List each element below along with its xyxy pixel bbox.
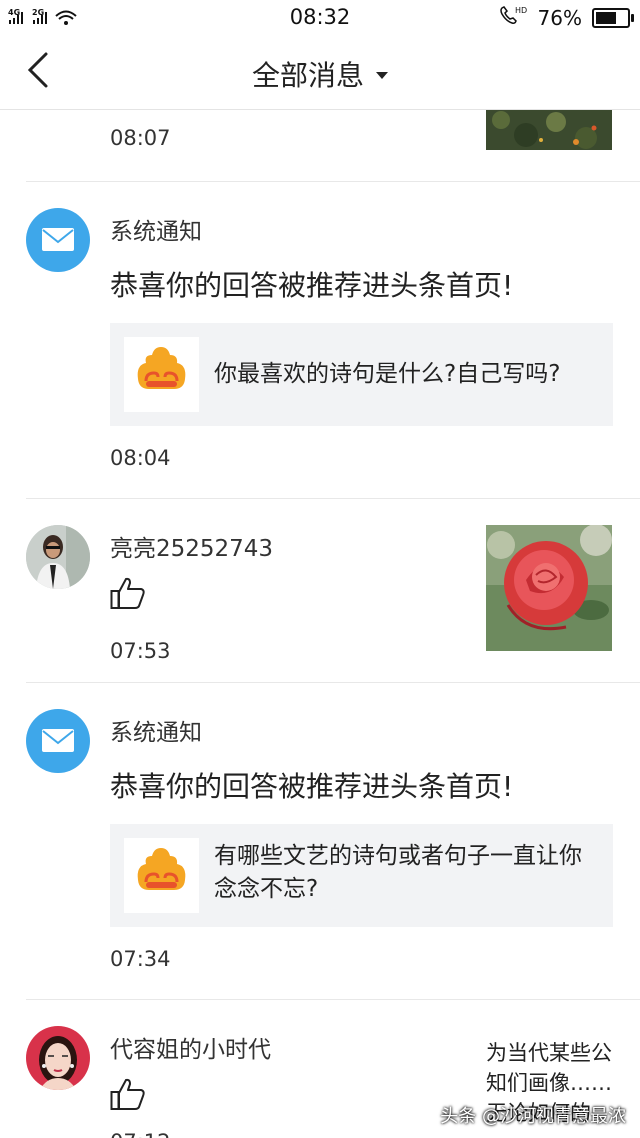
rose-image bbox=[486, 525, 612, 651]
question-card[interactable]: 你最喜欢的诗句是什么?自己写吗? bbox=[110, 323, 613, 426]
message-feed[interactable]: 08:07 系统通知 恭喜你的回答被推荐进头条首页! 你最喜欢的诗句是什么?自己… bbox=[0, 110, 640, 1138]
message-time: 07:12 bbox=[110, 1130, 171, 1138]
filter-dropdown[interactable]: 全部消息 bbox=[0, 54, 640, 94]
caret-down-icon bbox=[376, 71, 388, 79]
user-name[interactable]: 亮亮25252743 bbox=[110, 529, 273, 563]
divider bbox=[26, 999, 640, 1000]
system-notice-avatar bbox=[26, 208, 90, 272]
message-time: 08:04 bbox=[110, 446, 171, 470]
sender-name: 系统通知 bbox=[110, 720, 202, 746]
call-hd-icon: HD bbox=[498, 4, 528, 31]
hd-label: HD bbox=[515, 6, 527, 15]
sender-name: 系统通知 bbox=[110, 219, 202, 245]
divider bbox=[26, 181, 640, 182]
nav-bar: 全部消息 bbox=[0, 34, 640, 110]
mail-icon bbox=[42, 729, 74, 752]
user-name[interactable]: 代容姐的小时代 bbox=[110, 1030, 271, 1064]
notice-headline: 恭喜你的回答被推荐进头条首页! bbox=[110, 770, 514, 803]
thumbs-up-icon bbox=[110, 576, 146, 610]
thumbs-up-icon bbox=[110, 1077, 146, 1111]
question-text: 你最喜欢的诗句是什么?自己写吗? bbox=[214, 361, 561, 387]
message-time: 08:07 bbox=[110, 126, 171, 150]
toutiao-logo bbox=[124, 838, 199, 913]
page-title: 全部消息 bbox=[251, 59, 364, 92]
divider bbox=[26, 498, 640, 499]
status-bar: 4G 2G 08:32 HD 76% bbox=[0, 0, 640, 34]
post-thumbnail[interactable] bbox=[486, 525, 612, 651]
mail-icon bbox=[42, 228, 74, 251]
system-notice-avatar bbox=[26, 709, 90, 773]
battery-percent: 76% bbox=[537, 5, 582, 30]
question-text: 有哪些文艺的诗句或者句子一直让你念念不忘? bbox=[214, 843, 582, 902]
message-time: 07:53 bbox=[110, 639, 171, 663]
question-card[interactable]: 有哪些文艺的诗句或者句子一直让你念念不忘? bbox=[110, 824, 613, 927]
message-time: 07:34 bbox=[110, 947, 171, 971]
divider bbox=[26, 682, 640, 683]
battery-icon bbox=[592, 7, 634, 28]
watermark: 头条 @沙河视青意最浓 bbox=[440, 1106, 626, 1127]
notice-headline: 恭喜你的回答被推荐进头条首页! bbox=[110, 269, 514, 302]
user-avatar[interactable] bbox=[26, 525, 90, 589]
post-thumbnail[interactable] bbox=[486, 110, 612, 150]
user-avatar[interactable] bbox=[26, 1026, 90, 1090]
toutiao-logo bbox=[124, 337, 199, 412]
